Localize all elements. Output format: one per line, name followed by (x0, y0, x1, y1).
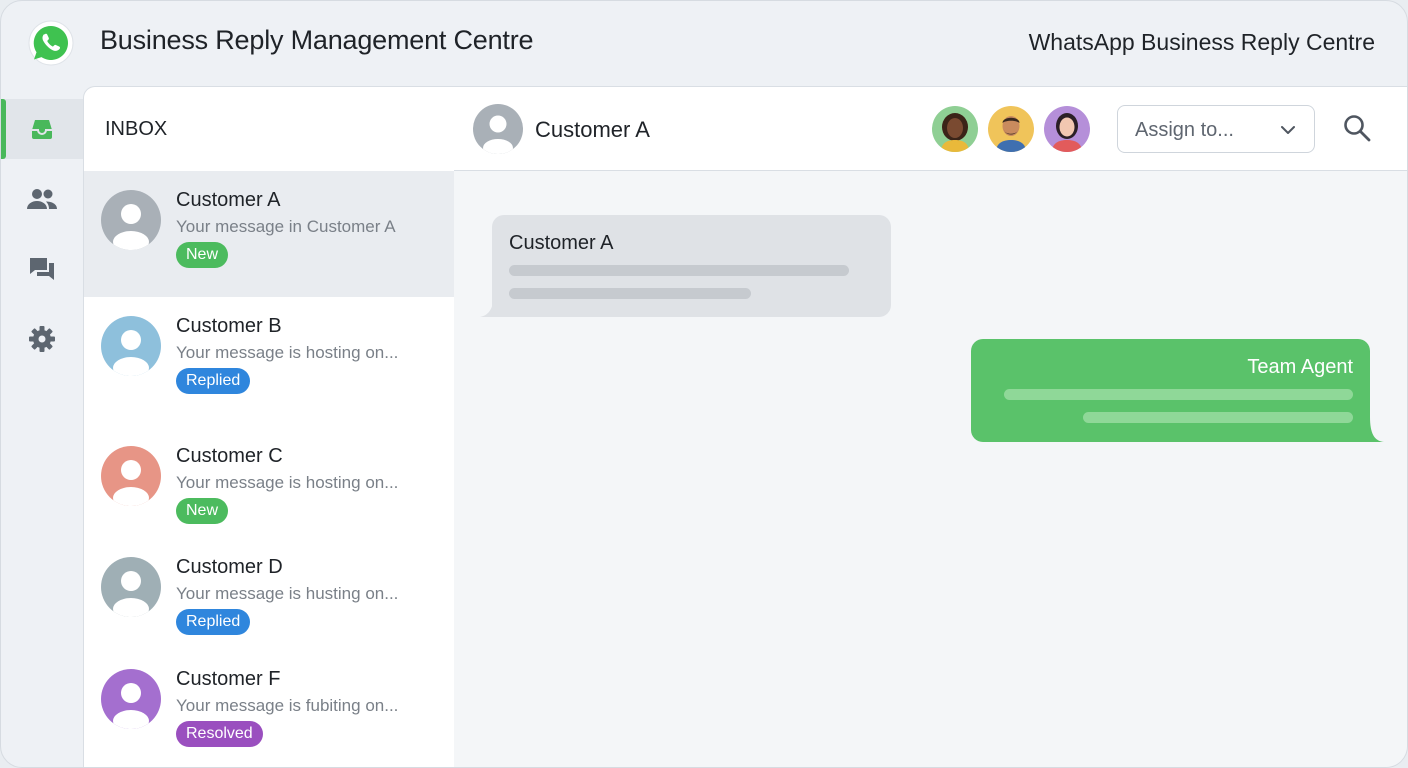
product-title: WhatsApp Business Reply Centre (1028, 29, 1375, 55)
conversation-preview: Your message is fubiting on... (176, 696, 399, 715)
inbox-icon (32, 120, 52, 139)
avatar (101, 316, 161, 376)
conversation-item[interactable]: Customer C Your message is hosting on...… (84, 427, 454, 538)
inbox-panel: INBOX Customer A Your message in Custome… (83, 86, 455, 767)
agent-avatar[interactable] (986, 104, 1036, 154)
message-text-placeholder (1083, 412, 1353, 423)
nav-rail (1, 87, 83, 767)
message-bubble-outgoing: Team Agent (971, 339, 1370, 442)
assign-dropdown[interactable]: Assign to... (1117, 105, 1315, 153)
status-badge: Replied (176, 368, 251, 394)
contact-avatar (473, 104, 523, 154)
nav-inbox[interactable] (1, 99, 83, 159)
conversation-preview: Your message is hosting on... (176, 473, 399, 492)
chat-panel: Customer A Assign to... Customer A Team … (454, 86, 1407, 767)
chevron-down-icon (1281, 126, 1295, 134)
conversation-item[interactable]: Customer D Your message is husting on...… (84, 538, 454, 650)
settings-icon (29, 326, 55, 352)
app-window: Business Reply Management Centre WhatsAp… (0, 0, 1408, 768)
app-header: Business Reply Management Centre WhatsAp… (1, 1, 1407, 87)
avatar (101, 190, 161, 250)
message-text-placeholder (1004, 389, 1353, 400)
message-sender: Team Agent (1247, 356, 1353, 378)
message-sender: Customer A (509, 232, 614, 254)
agent-avatar[interactable] (930, 104, 980, 154)
avatar (101, 557, 161, 617)
nav-chats[interactable] (1, 239, 83, 299)
contact-name: Customer A (535, 117, 650, 142)
agent-avatar[interactable] (1042, 104, 1092, 154)
conversation-item[interactable]: Customer F Your message is fubiting on..… (84, 650, 454, 767)
contacts-icon (27, 189, 57, 209)
conversation-name: Customer F (176, 668, 281, 690)
nav-contacts[interactable] (1, 169, 83, 229)
assign-placeholder: Assign to... (1135, 119, 1234, 141)
conversation-name: Customer D (176, 556, 283, 578)
status-badge: New (176, 242, 229, 268)
conversation-preview: Your message in Customer A (176, 217, 396, 236)
conversation-name: Customer B (176, 315, 282, 337)
message-text-placeholder (509, 265, 849, 276)
nav-settings[interactable] (1, 309, 83, 369)
avatar (101, 669, 161, 729)
status-badge: Replied (176, 609, 251, 635)
status-badge: Resolved (176, 721, 263, 747)
message-bubble-incoming: Customer A (492, 215, 891, 317)
chat-icon (30, 258, 54, 280)
conversation-name: Customer C (176, 445, 283, 467)
message-text-placeholder (509, 288, 751, 299)
chat-header: Customer A Assign to... (454, 87, 1407, 171)
inbox-title: INBOX (105, 118, 168, 140)
conversation-preview: Your message is hosting on... (176, 343, 399, 362)
conversation-item[interactable]: Customer A Your message in Customer A Ne… (84, 171, 454, 297)
conversation-preview: Your message is husting on... (176, 584, 399, 603)
avatar (101, 446, 161, 506)
search-button[interactable] (1342, 113, 1376, 147)
conversation-name: Customer A (176, 189, 281, 211)
conversation-item[interactable]: Customer B Your message is hosting on...… (84, 297, 454, 427)
status-badge: New (176, 498, 229, 524)
search-icon (1344, 115, 1371, 142)
whatsapp-logo-icon (27, 19, 75, 67)
app-title: Business Reply Management Centre (100, 25, 534, 55)
